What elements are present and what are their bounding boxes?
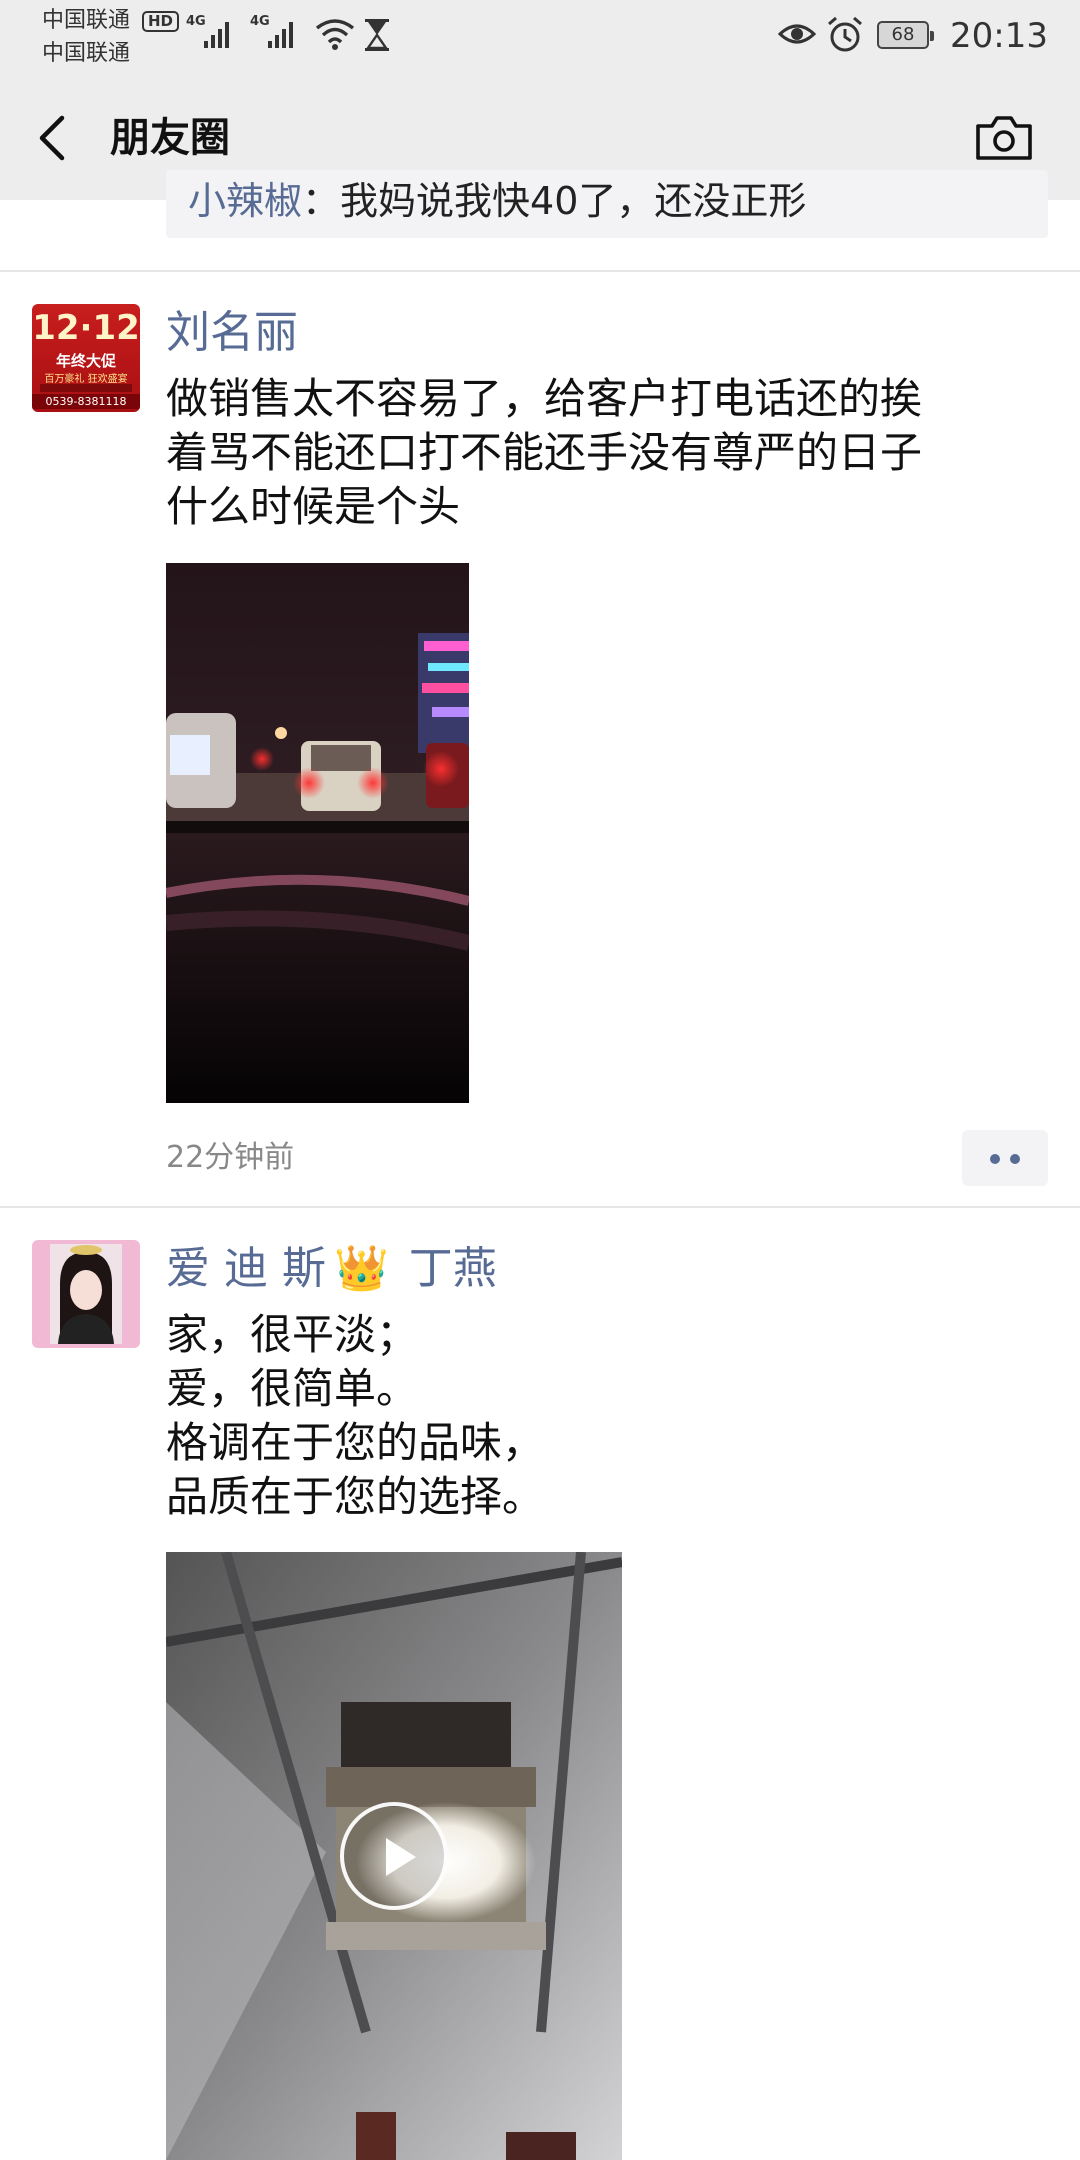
network-type-2: 4G xyxy=(250,14,270,29)
portrait-avatar-image xyxy=(32,1240,140,1348)
dot-icon xyxy=(1010,1154,1020,1164)
play-button[interactable] xyxy=(340,1802,448,1910)
carrier-label-1: 中国联通 xyxy=(42,8,131,33)
post-video[interactable] xyxy=(166,1552,622,2160)
moment-post: 12·12 年终大促 百万豪礼 狂欢盛宴 0539-8381118 刘名丽 做销… xyxy=(0,270,1080,1208)
author-name-part: 丁燕 xyxy=(408,1243,497,1294)
hourglass-icon xyxy=(365,19,389,51)
hd-badge: HD xyxy=(142,11,180,32)
back-button[interactable] xyxy=(30,110,80,166)
camera-icon xyxy=(976,116,1032,160)
portrait-photo xyxy=(50,1244,122,1344)
crown-emoji: 👑 xyxy=(333,1243,389,1294)
battery-level: 68 xyxy=(891,24,915,45)
status-bar: 中国联通 HD 中国联通 4G 4G 68 20:13 xyxy=(0,0,1080,72)
author-name-part: 爱 迪 斯 xyxy=(166,1243,326,1294)
moment-post: 爱 迪 斯 👑 丁燕 家，很平淡； 爱，很简单。 格调在于您的品味， 品质在于您的选… xyxy=(0,1206,1080,2160)
wifi-icon xyxy=(315,19,355,50)
avatar-line: 12·12 xyxy=(32,308,140,348)
camera-button[interactable] xyxy=(974,114,1034,162)
previous-post-comment[interactable]: 小辣椒：我妈说我快40了，还没正形 xyxy=(166,170,1048,238)
avatar-decor xyxy=(40,384,132,392)
post-time: 22分钟前 xyxy=(166,1140,295,1175)
more-actions-button[interactable] xyxy=(962,1130,1048,1186)
avatar-line: 0539-8381118 xyxy=(32,394,140,409)
post-image[interactable] xyxy=(166,563,469,1103)
dot-icon xyxy=(990,1154,1000,1164)
comment-text: ：我妈说我快40了，还没正形 xyxy=(302,179,807,223)
comment-row: 小辣椒：我妈说我快40了，还没正形 xyxy=(188,178,806,224)
avatar[interactable] xyxy=(32,1240,140,1348)
avatar-line: 年终大促 xyxy=(55,352,116,370)
chevron-left-icon xyxy=(39,115,65,161)
eye-icon xyxy=(778,24,816,44)
network-type-1: 4G xyxy=(186,14,206,29)
status-time: 20:13 xyxy=(950,16,1048,56)
post-text: 家，很平淡； 爱，很简单。 格调在于您的品味， 品质在于您的选择。 xyxy=(166,1310,545,1521)
post-author-name[interactable]: 刘名丽 xyxy=(166,306,298,360)
moments-page: 中国联通 HD 中国联通 4G 4G 68 20:13 朋友圈 小辣椒：我妈说我… xyxy=(0,0,1080,2160)
promo-avatar-image: 12·12 年终大促 百万豪礼 狂欢盛宴 0539-8381118 xyxy=(32,304,140,412)
page-title: 朋友圈 xyxy=(110,115,230,161)
avatar-line: 百万豪礼 狂欢盛宴 xyxy=(44,374,128,385)
post-author-name[interactable]: 爱 迪 斯 👑 丁燕 xyxy=(166,1242,497,1296)
battery-icon: 68 xyxy=(877,21,934,49)
carrier-label-2: 中国联通 xyxy=(42,41,131,66)
alarm-icon xyxy=(828,16,862,52)
comment-nickname[interactable]: 小辣椒 xyxy=(188,179,302,223)
avatar[interactable]: 12·12 年终大促 百万豪礼 狂欢盛宴 0539-8381118 xyxy=(32,304,140,412)
post-text: 做销售太不容易了，给客户打电话还的挨 着骂不能还口打不能还手没有尊严的日子 什么… xyxy=(166,374,923,531)
night-traffic-photo xyxy=(166,563,469,1103)
